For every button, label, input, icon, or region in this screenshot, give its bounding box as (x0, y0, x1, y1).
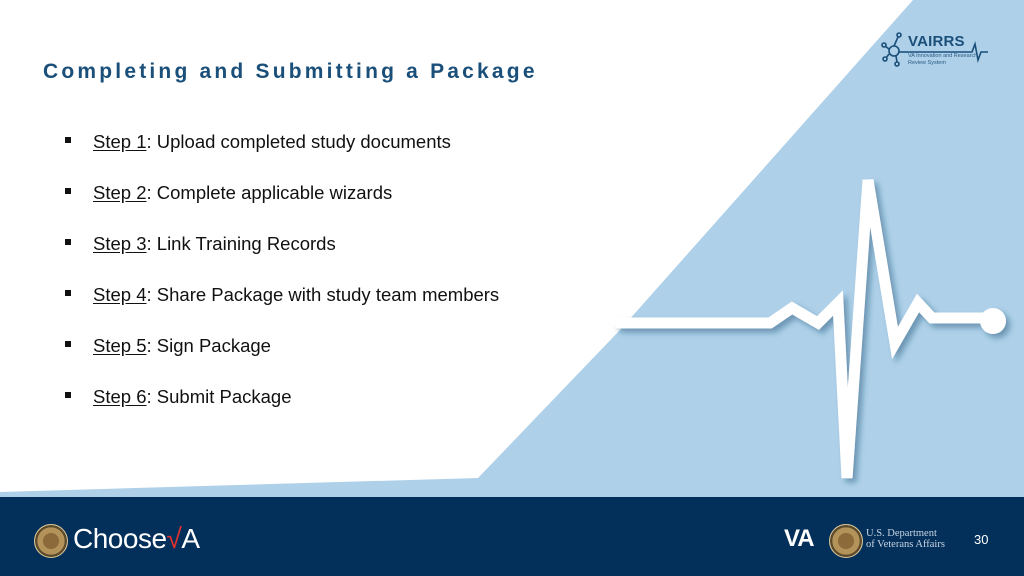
square-bullet-icon (65, 136, 71, 143)
steps-list: Step 1 : Upload completed study document… (65, 116, 499, 422)
square-bullet-icon (65, 187, 71, 194)
step-item-6: Step 6 : Submit Package (65, 371, 499, 422)
department-line-2: of Veterans Affairs (866, 539, 945, 550)
step-item-3: Step 3 : Link Training Records (65, 218, 499, 269)
step-2-text: : Complete applicable wizards (146, 181, 393, 203)
square-bullet-icon (65, 340, 71, 347)
step-3-link[interactable]: Step 3 (93, 233, 147, 255)
page-number: 30 (974, 532, 989, 547)
department-line-1: U.S. Department (866, 528, 937, 539)
checkmark-icon: √ (166, 523, 182, 554)
step-4-text: : Share Package with study team members (146, 283, 500, 305)
step-3-text: : Link Training Records (146, 232, 336, 254)
va-seal-icon (34, 524, 68, 558)
va-wordmark: VA (784, 525, 815, 552)
step-6-link[interactable]: Step 6 (93, 386, 147, 408)
va-seal-icon (829, 524, 863, 558)
step-1-link[interactable]: Step 1 (93, 131, 147, 153)
vairrs-title: VAIRRS (908, 33, 965, 50)
slide-title: Completing and Submitting a Package (43, 60, 538, 83)
step-6-text: : Submit Package (146, 385, 292, 407)
step-item-2: Step 2 : Complete applicable wizards (65, 167, 499, 218)
square-bullet-icon (65, 391, 71, 398)
step-item-1: Step 1 : Upload completed study document… (65, 116, 499, 167)
choose-va-prefix: Choose (73, 523, 167, 554)
choose-va-suffix: A (181, 523, 200, 554)
step-5-text: : Sign Package (146, 334, 271, 356)
step-item-4: Step 4 : Share Package with study team m… (65, 269, 499, 320)
step-2-link[interactable]: Step 2 (93, 182, 147, 204)
step-item-5: Step 5 : Sign Package (65, 320, 499, 371)
square-bullet-icon (65, 238, 71, 245)
step-5-link[interactable]: Step 5 (93, 335, 147, 357)
choose-va-logo: Choose√A (73, 523, 200, 555)
department-name: U.S. Department of Veterans Affairs (866, 528, 945, 550)
square-bullet-icon (65, 289, 71, 296)
step-1-text: : Upload completed study documents (146, 130, 451, 152)
vairrs-subtitle: VA Innovation and Research Review System (908, 53, 978, 66)
step-4-link[interactable]: Step 4 (93, 284, 147, 306)
